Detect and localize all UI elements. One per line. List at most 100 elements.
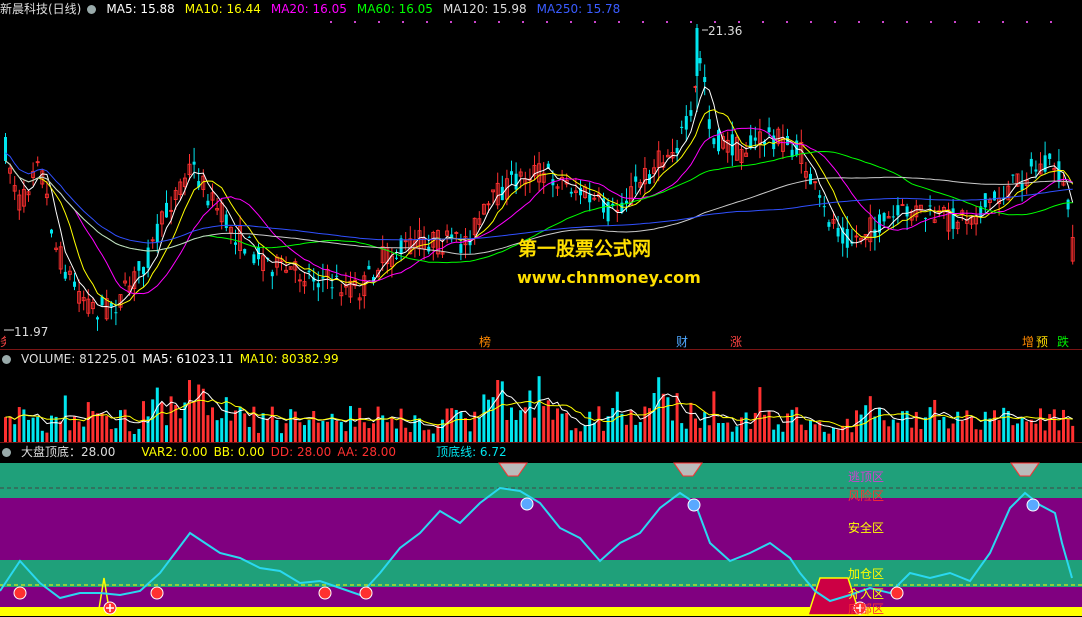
volume-bar <box>247 426 251 442</box>
volume-bar <box>928 407 932 442</box>
candle-body <box>137 261 141 271</box>
candle-body <box>96 317 99 320</box>
volume-bar <box>114 428 118 442</box>
volume-bar <box>312 411 316 442</box>
candle-body <box>680 126 684 128</box>
volume-bar <box>804 430 808 442</box>
vol-ma10-readout: MA10: 80382.99 <box>239 352 339 366</box>
volume-bar <box>243 413 247 442</box>
volume-bar <box>13 424 17 442</box>
bottom-ball-icon <box>890 586 904 600</box>
volume-bar <box>390 416 394 442</box>
volume-bar <box>942 416 946 442</box>
candle-body <box>836 227 840 237</box>
volume-bar <box>845 418 849 442</box>
volume-bar <box>344 431 348 442</box>
bottom-ball-icon <box>359 586 373 600</box>
volume-bar <box>40 430 44 442</box>
signal-dot <box>378 21 380 23</box>
volume-bar <box>261 413 265 442</box>
volume-bar <box>740 417 743 442</box>
volume-bar <box>795 407 799 442</box>
candle-body <box>675 147 679 153</box>
volume-bar <box>321 420 325 442</box>
volume-bar <box>698 427 702 442</box>
volume-header: VOLUME: 81225.01 MA5: 61023.11 MA10: 80382… <box>0 350 349 368</box>
volume-bar <box>638 422 642 442</box>
volume-bar <box>335 420 339 442</box>
signal-dot <box>354 21 356 23</box>
volume-bar <box>1062 409 1065 442</box>
volume-bar <box>82 426 86 442</box>
volume-bar <box>505 419 509 442</box>
volume-bar <box>105 416 109 442</box>
event-tag-zeng[interactable]: 增 <box>1022 333 1034 350</box>
volume-bar <box>367 428 371 442</box>
candle-body <box>753 137 757 141</box>
settings-gear-icon[interactable] <box>2 355 11 364</box>
volume-bar <box>730 431 734 442</box>
volume-bar <box>901 411 904 442</box>
volume-bar <box>487 399 490 442</box>
event-tag-wu[interactable]: 务 <box>0 333 6 350</box>
candle-body <box>924 217 927 219</box>
settings-gear-icon[interactable] <box>87 5 97 14</box>
volume-bar <box>31 417 35 442</box>
volume-bar <box>238 406 242 442</box>
candle-body <box>818 195 822 198</box>
event-tag-cai[interactable]: 财 <box>676 333 688 350</box>
price-pane[interactable]: 新晨科技(日线) MA5: 15.88 MA10: 16.44 MA20: 16.05… <box>0 0 1082 350</box>
indicator-pane[interactable]: 大盘顶底：28.00 VAR2: 0.00 BB: 0.00 DD: 28.00 AA:… <box>0 443 1082 616</box>
candle-body <box>891 216 895 218</box>
volume-bar <box>257 432 260 442</box>
volume-bar <box>951 423 955 442</box>
bottom-ball-icon <box>13 586 27 600</box>
volume-bar <box>100 412 104 442</box>
signal-dot <box>858 21 860 23</box>
signal-dot <box>426 21 428 23</box>
volume-bar <box>1043 430 1047 442</box>
price-chart[interactable] <box>0 0 1082 350</box>
settings-gear-icon[interactable] <box>2 448 11 457</box>
volume-bar <box>8 416 12 442</box>
candle-body <box>1011 174 1015 176</box>
candle-body <box>712 138 716 145</box>
event-tag-bang[interactable]: 榜 <box>479 333 491 350</box>
volume-bar <box>611 408 615 442</box>
volume-pane[interactable]: VOLUME: 81225.01 MA5: 61023.11 MA10: 80382… <box>0 350 1082 443</box>
candle-body <box>1020 182 1024 190</box>
volume-bar <box>445 408 449 442</box>
volume-bar <box>657 377 661 442</box>
signal-dot <box>522 21 524 23</box>
volume-bar <box>224 397 228 442</box>
var2-readout: VAR2: 0.00 <box>141 445 208 459</box>
volume-bar <box>4 417 7 442</box>
low-price-label: 11.97 <box>14 325 49 339</box>
volume-bar <box>510 407 513 442</box>
volume-bar <box>96 413 99 442</box>
indicator-chart[interactable] <box>0 443 1082 616</box>
candle-body <box>399 238 403 254</box>
event-tag-die[interactable]: 跌 <box>1057 333 1069 350</box>
event-tag-zhang[interactable]: 涨 <box>730 333 742 350</box>
volume-bar <box>229 420 233 442</box>
candle-body <box>882 213 886 222</box>
volume-bar <box>960 420 964 442</box>
volume-bar <box>482 394 486 442</box>
volume-bar <box>1057 430 1061 442</box>
candle-body <box>459 244 463 253</box>
volume-bar <box>119 410 122 442</box>
volume-bar <box>234 410 237 442</box>
volume-bar <box>721 423 725 442</box>
candle-body <box>588 194 592 203</box>
candle-body <box>827 222 831 227</box>
zone-addpos-label: 加仓区 <box>848 567 885 581</box>
candle-body <box>330 287 334 289</box>
volume-bar <box>275 420 279 442</box>
volume-bar <box>776 424 780 442</box>
candle-body <box>243 249 247 254</box>
signal-dot <box>330 21 332 23</box>
volume-bar <box>109 429 113 442</box>
event-tag-yu[interactable]: 预 <box>1036 333 1048 350</box>
watermark-url: www.chnmoney.com <box>517 268 701 287</box>
